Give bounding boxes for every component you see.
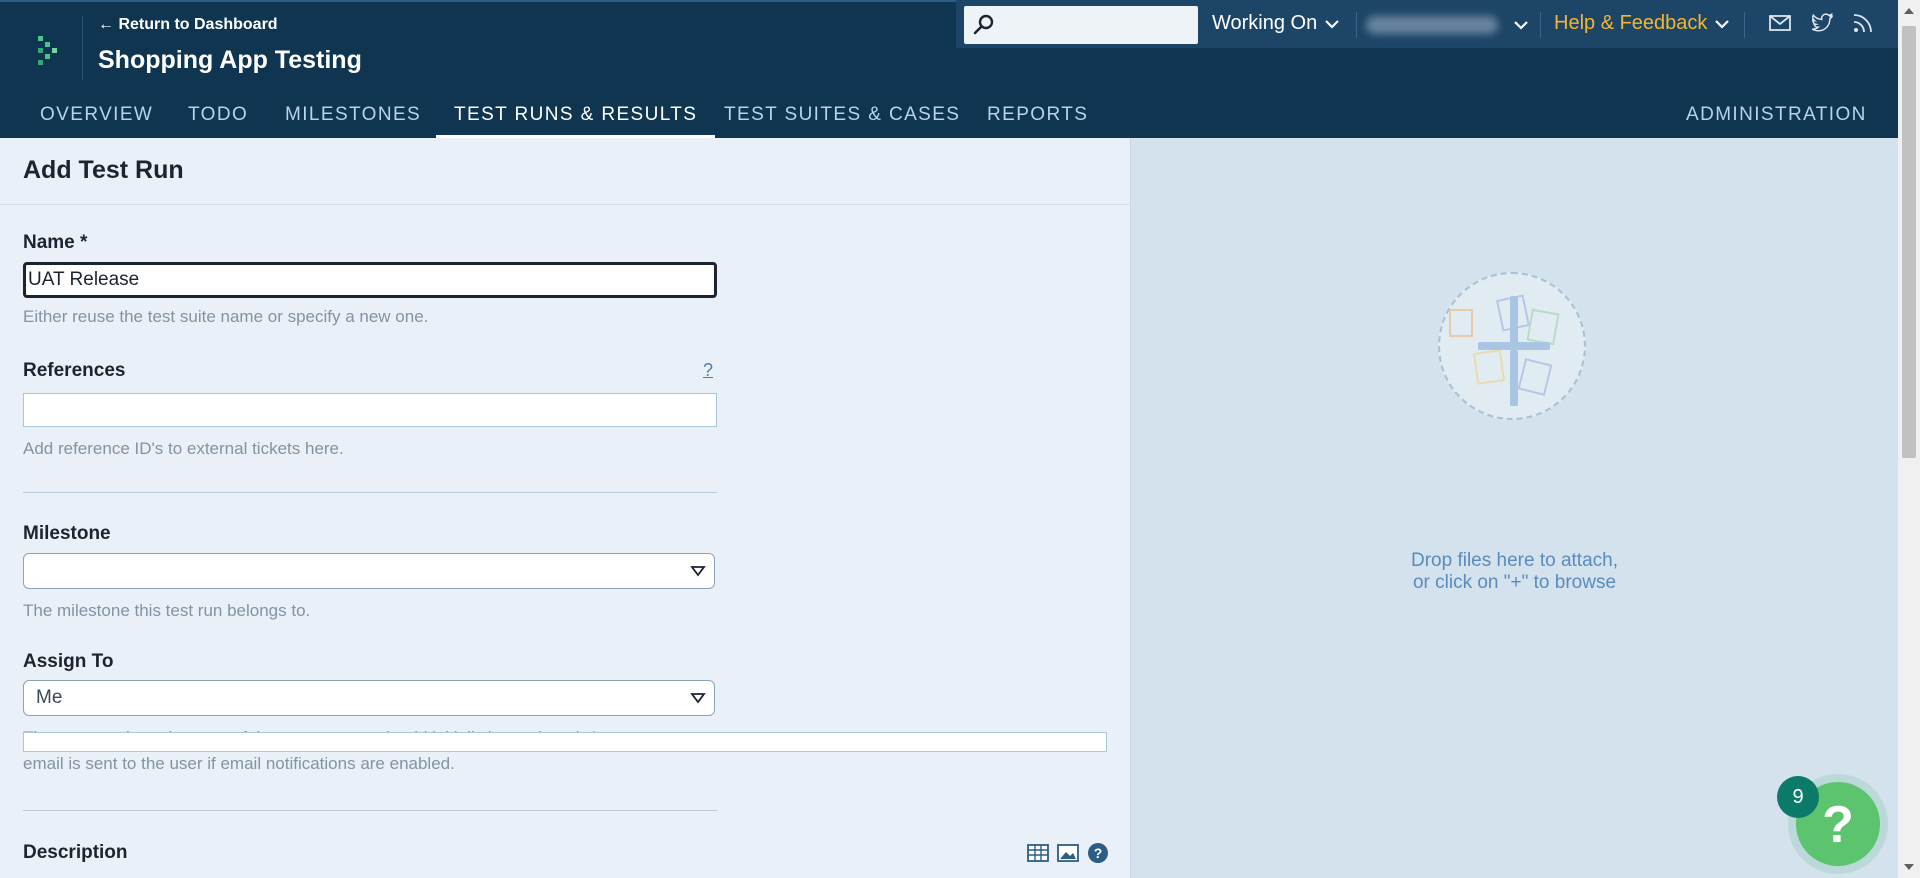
attachment-add-button[interactable] (1438, 272, 1586, 420)
rss-icon[interactable] (1852, 12, 1876, 34)
notification-badge: 9 (1777, 776, 1819, 818)
name-label: Name * (23, 232, 88, 253)
tab-overview[interactable]: OVERVIEW (22, 102, 171, 138)
page-title: Add Test Run (23, 156, 184, 184)
assign-to-select[interactable]: Me (23, 680, 715, 716)
description-textarea[interactable] (23, 732, 1107, 752)
scroll-up-arrow-icon[interactable] (1903, 6, 1915, 16)
working-on-label: Working On (1212, 12, 1318, 34)
mail-icon[interactable] (1768, 12, 1792, 34)
section-divider (23, 810, 717, 811)
assign-to-value: Me (36, 687, 63, 708)
references-help-link[interactable]: ? (703, 360, 713, 381)
milestone-select[interactable] (23, 553, 715, 589)
toolbar-divider (1744, 12, 1745, 38)
toolbar-divider (1356, 12, 1357, 38)
chevron-down-icon (1715, 19, 1730, 29)
search-icon[interactable] (972, 12, 996, 36)
attachments-panel: Drop files here to attach, or click on "… (1131, 138, 1898, 878)
logo-icon[interactable] (34, 34, 62, 68)
return-to-dashboard-link[interactable]: ← Return to Dashboard (98, 16, 278, 34)
tab-test-runs-results[interactable]: TEST RUNS & RESULTS (436, 102, 716, 138)
caret-down-icon (690, 693, 706, 704)
help-feedback-menu[interactable]: Help & Feedback (1554, 12, 1730, 35)
scroll-down-arrow-icon[interactable] (1903, 862, 1915, 872)
search-input[interactable] (964, 6, 1198, 44)
references-label: References (23, 360, 126, 381)
tab-todo[interactable]: TODO (170, 102, 266, 138)
chevron-down-icon (1325, 19, 1340, 29)
plus-icon (1449, 294, 1560, 406)
references-hint: Add reference ID's to external tickets h… (23, 439, 344, 458)
assign-to-label: Assign To (23, 651, 114, 672)
tab-milestones[interactable]: MILESTONES (267, 102, 439, 138)
help-icon[interactable]: ? (1086, 842, 1110, 864)
name-input[interactable] (23, 262, 717, 298)
drop-files-instructions: Drop files here to attach, or click on "… (1131, 550, 1898, 594)
title-divider (0, 204, 1130, 205)
project-title: Shopping App Testing (98, 46, 362, 74)
chevron-down-icon (1514, 21, 1528, 30)
twitter-icon[interactable] (1810, 12, 1834, 34)
assign-to-hint-line-2: email is sent to the user if email notif… (23, 754, 455, 773)
drop-files-line-1: Drop files here to attach, (1411, 550, 1618, 571)
table-icon[interactable] (1026, 842, 1050, 864)
logo-divider (82, 16, 83, 80)
add-test-run-form: Add Test Run Name * Either reuse the tes… (0, 138, 1131, 878)
references-input[interactable] (23, 393, 717, 427)
drop-files-line-2: or click on "+" to browse (1412, 572, 1617, 593)
scrollbar-thumb[interactable] (1902, 26, 1916, 458)
tab-administration[interactable]: ADMINISTRATION (1668, 102, 1885, 138)
tab-test-suites-cases[interactable]: TEST SUITES & CASES (706, 102, 978, 138)
milestone-label: Milestone (23, 523, 111, 544)
main-nav: OVERVIEW TODO MILESTONES TEST RUNS & RES… (0, 102, 1898, 140)
description-toolbar: ? (1026, 842, 1110, 864)
caret-down-icon (690, 566, 706, 577)
milestone-hint: The milestone this test run belongs to. (23, 601, 311, 620)
section-divider (23, 492, 717, 493)
image-icon[interactable] (1056, 842, 1080, 864)
help-feedback-label: Help & Feedback (1554, 12, 1708, 34)
description-label: Description (23, 842, 128, 863)
user-name-redacted (1366, 16, 1498, 34)
svg-text:?: ? (1094, 845, 1103, 861)
working-on-menu[interactable]: Working On (1212, 12, 1340, 35)
user-menu[interactable] (1366, 16, 1528, 34)
name-hint: Either reuse the test suite name or spec… (23, 307, 429, 326)
toolbar-divider (1540, 12, 1541, 38)
tab-reports[interactable]: REPORTS (969, 102, 1106, 138)
